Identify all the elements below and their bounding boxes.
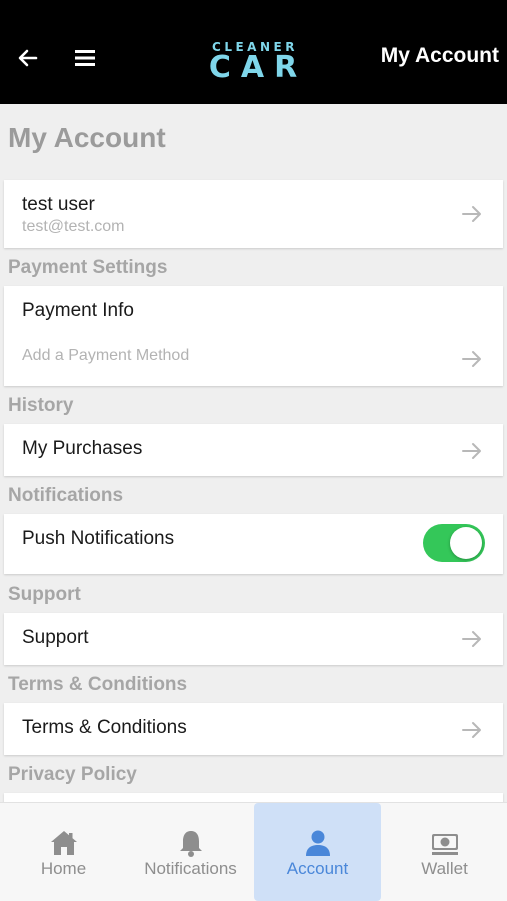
wallet-icon — [431, 834, 458, 855]
tab-home[interactable]: Home — [0, 803, 127, 901]
tab-label: Account — [286, 859, 349, 878]
page-title: My Account — [8, 122, 166, 153]
payment-info-card[interactable]: Payment Info Add a Payment Method — [4, 286, 503, 386]
user-icon — [305, 830, 330, 856]
arrow-right-icon — [462, 351, 481, 367]
payment-info-title: Payment Info — [22, 300, 134, 321]
profile-card[interactable]: test user test@test.com — [4, 180, 503, 248]
arrow-right-icon — [462, 722, 481, 738]
terms-card[interactable]: Terms & Conditions — [4, 703, 503, 755]
home-icon — [50, 831, 77, 855]
tab-label: Wallet — [421, 859, 468, 878]
top-bar: CLEANER CAR My Account — [0, 0, 507, 104]
toggle-knob — [450, 527, 482, 559]
my-purchases-title: My Purchases — [22, 438, 143, 459]
push-notifications-card: Push Notifications — [4, 514, 503, 574]
section-label-support: Support — [8, 584, 81, 605]
arrow-right-icon — [462, 206, 481, 222]
tab-account[interactable]: Account — [254, 803, 381, 901]
my-purchases-card[interactable]: My Purchases — [4, 424, 503, 476]
app-logo: CLEANER CAR — [200, 40, 310, 84]
terms-title: Terms & Conditions — [22, 717, 187, 738]
hamburger-menu-icon[interactable] — [74, 48, 96, 68]
support-title: Support — [22, 627, 89, 648]
payment-info-subtitle: Add a Payment Method — [22, 347, 190, 364]
tab-wallet[interactable]: Wallet — [381, 803, 507, 901]
header-title: My Account — [380, 44, 499, 67]
logo-line-2: CAR — [208, 50, 308, 85]
push-notifications-title: Push Notifications — [22, 528, 175, 549]
back-arrow-icon[interactable] — [16, 46, 40, 70]
section-label-terms: Terms & Conditions — [8, 674, 188, 695]
section-label-notifications: Notifications — [8, 485, 124, 506]
section-label-history: History — [8, 395, 74, 416]
push-notifications-toggle[interactable] — [423, 524, 485, 562]
bell-icon — [179, 831, 202, 857]
bottom-tab-bar: Home Notifications Account Wallet — [0, 802, 507, 901]
profile-email: test@test.com — [22, 218, 125, 235]
arrow-right-icon — [462, 631, 481, 647]
tab-notifications[interactable]: Notifications — [127, 803, 254, 901]
tab-label: Home — [40, 859, 87, 878]
tab-label: Notifications — [144, 859, 237, 878]
arrow-right-icon — [462, 443, 481, 459]
section-label-payment: Payment Settings — [8, 257, 168, 278]
profile-name: test user — [22, 194, 95, 215]
support-card[interactable]: Support — [4, 613, 503, 665]
section-label-privacy: Privacy Policy — [8, 764, 137, 785]
